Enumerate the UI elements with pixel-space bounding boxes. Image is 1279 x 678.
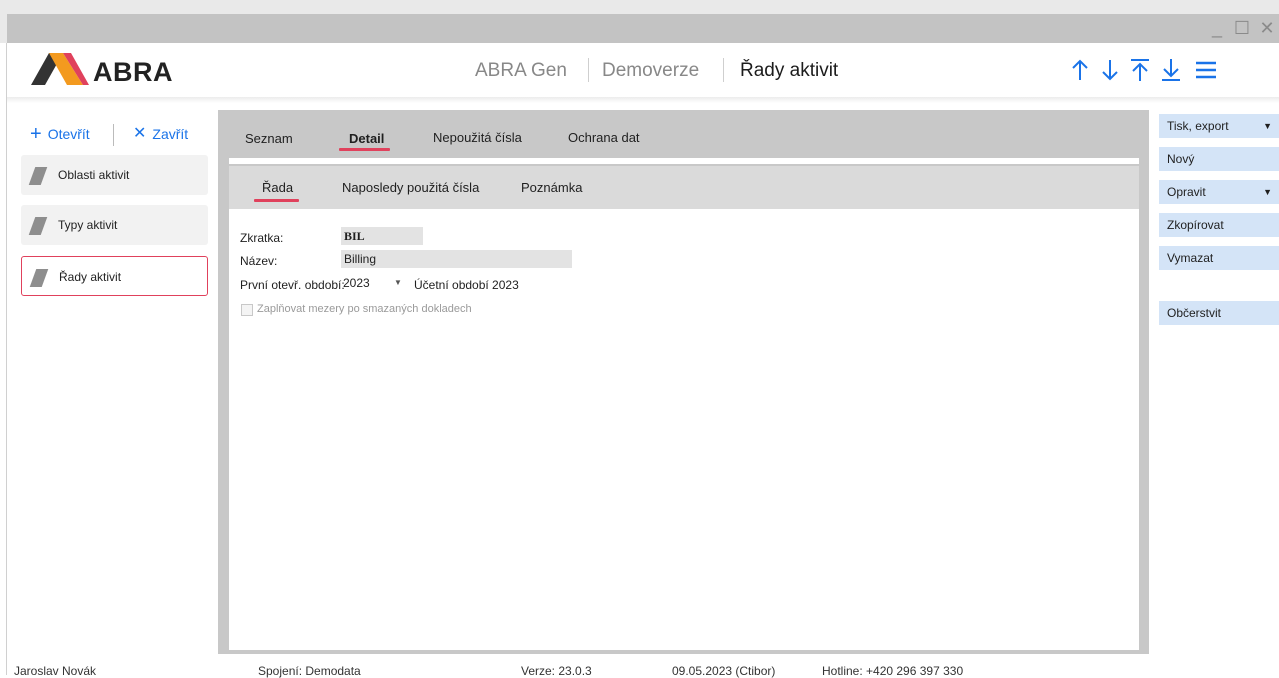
edit-button[interactable]: Opravit ▼ bbox=[1159, 180, 1279, 204]
arrow-down-icon[interactable] bbox=[1097, 55, 1123, 85]
form-area: Zkratka: BIL Název: Billing První otevř.… bbox=[229, 209, 1139, 650]
plus-icon: + bbox=[30, 123, 42, 145]
title-strip bbox=[7, 14, 1279, 43]
tab-nepouzita-cisla[interactable]: Nepoužitá čísla bbox=[433, 130, 522, 145]
arrow-up-icon[interactable] bbox=[1067, 55, 1093, 85]
page-title: Řady aktivit bbox=[740, 60, 839, 81]
print-export-label: Tisk, export bbox=[1167, 119, 1229, 133]
abra-logo-icon bbox=[31, 53, 89, 85]
print-export-button[interactable]: Tisk, export ▼ bbox=[1159, 114, 1279, 138]
header-shadow bbox=[7, 97, 1279, 103]
status-connection: Spojení: Demodata bbox=[258, 664, 361, 678]
tab-naposledy-pouzita-cisla[interactable]: Naposledy použitá čísla bbox=[342, 180, 479, 195]
menu-icon[interactable] bbox=[1193, 55, 1219, 85]
edit-label: Opravit bbox=[1167, 185, 1206, 199]
app-header: ABRA ABRA Gen Demoverze Řady aktivit bbox=[7, 43, 1279, 97]
sidebar-item-label: Oblasti aktivit bbox=[58, 168, 130, 182]
active-tab-indicator bbox=[339, 148, 390, 151]
status-hotline: Hotline: +420 296 397 330 bbox=[822, 664, 964, 678]
breadcrumb-app[interactable]: ABRA Gen bbox=[475, 60, 567, 82]
main-tab-bar: Seznam Detail Nepoužitá čísla Ochrana da… bbox=[218, 110, 1149, 158]
dropdown-caret-icon: ▼ bbox=[1263, 121, 1272, 131]
breadcrumb-company[interactable]: Demoverze bbox=[602, 60, 699, 82]
status-version: Verze: 23.0.3 bbox=[521, 664, 592, 678]
nazev-label: Název: bbox=[240, 254, 278, 268]
window-left-edge bbox=[0, 43, 7, 675]
window-title-bar: _ ☐ ✕ bbox=[0, 0, 1279, 43]
zkratka-field[interactable]: BIL bbox=[341, 227, 423, 245]
refresh-label: Občerstvit bbox=[1167, 306, 1222, 320]
copy-label: Zkopírovat bbox=[1167, 218, 1224, 232]
period-select-value: 2023 bbox=[343, 276, 370, 290]
breadcrumb-separator bbox=[723, 58, 724, 82]
sidebar-action-divider bbox=[113, 124, 114, 146]
sidebar-item-label: Řady aktivit bbox=[59, 270, 122, 284]
period-description: Účetní období 2023 bbox=[414, 278, 519, 292]
nazev-field[interactable]: Billing bbox=[341, 250, 572, 268]
tab-ochrana-dat[interactable]: Ochrana dat bbox=[568, 130, 640, 145]
active-subtab-indicator bbox=[254, 199, 299, 202]
minimize-button[interactable]: _ bbox=[1205, 14, 1229, 42]
dropdown-caret-icon: ▼ bbox=[1263, 187, 1272, 197]
open-label: Otevřít bbox=[47, 126, 90, 142]
close-icon: ✕ bbox=[133, 125, 147, 142]
agenda-icon bbox=[28, 217, 48, 235]
tab-seznam[interactable]: Seznam bbox=[245, 131, 293, 146]
arrow-to-top-icon[interactable] bbox=[1127, 55, 1153, 85]
sidebar-item-label: Typy aktivit bbox=[58, 218, 118, 232]
copy-button[interactable]: Zkopírovat bbox=[1159, 213, 1279, 237]
sidebar-item-oblasti-aktivit[interactable]: Oblasti aktivit bbox=[21, 155, 208, 195]
tab-detail[interactable]: Detail bbox=[349, 131, 384, 146]
tab-rada[interactable]: Řada bbox=[262, 180, 293, 195]
new-button[interactable]: Nový bbox=[1159, 147, 1279, 171]
breadcrumb-separator bbox=[588, 58, 589, 82]
chevron-down-icon: ▼ bbox=[394, 278, 402, 287]
zkratka-label: Zkratka: bbox=[240, 231, 284, 245]
fill-gaps-checkbox[interactable] bbox=[241, 304, 253, 316]
delete-button[interactable]: Vymazat bbox=[1159, 246, 1279, 270]
maximize-button[interactable]: ☐ bbox=[1230, 14, 1254, 42]
tab-poznamka[interactable]: Poznámka bbox=[521, 180, 582, 195]
arrow-to-bottom-icon[interactable] bbox=[1158, 55, 1184, 85]
delete-label: Vymazat bbox=[1167, 251, 1214, 265]
close-button[interactable]: ✕ Zavřít bbox=[133, 125, 189, 143]
period-label: První otevř. období: bbox=[240, 278, 345, 292]
close-label: Zavřít bbox=[152, 126, 189, 142]
period-select[interactable]: 2023 ▼ bbox=[341, 274, 409, 292]
sidebar-item-rady-aktivit[interactable]: Řady aktivit bbox=[21, 256, 208, 296]
sidebar-item-typy-aktivit[interactable]: Typy aktivit bbox=[21, 205, 208, 245]
agenda-icon bbox=[29, 269, 49, 287]
refresh-button[interactable]: Občerstvit bbox=[1159, 301, 1279, 325]
logo-text: ABRA bbox=[93, 57, 173, 87]
tab-separator bbox=[229, 158, 1139, 164]
status-date: 09.05.2023 (Ctibor) bbox=[672, 664, 776, 678]
status-user: Jaroslav Novák bbox=[14, 664, 97, 678]
close-window-button[interactable]: ✕ bbox=[1255, 14, 1279, 42]
fill-gaps-label: Zaplňovat mezery po smazaných dokladech bbox=[257, 303, 472, 315]
sub-tab-bar: Řada Naposledy použitá čísla Poznámka bbox=[229, 166, 1139, 209]
new-label: Nový bbox=[1167, 152, 1195, 166]
open-button[interactable]: + Otevřít bbox=[30, 123, 90, 145]
agenda-icon bbox=[28, 167, 48, 185]
